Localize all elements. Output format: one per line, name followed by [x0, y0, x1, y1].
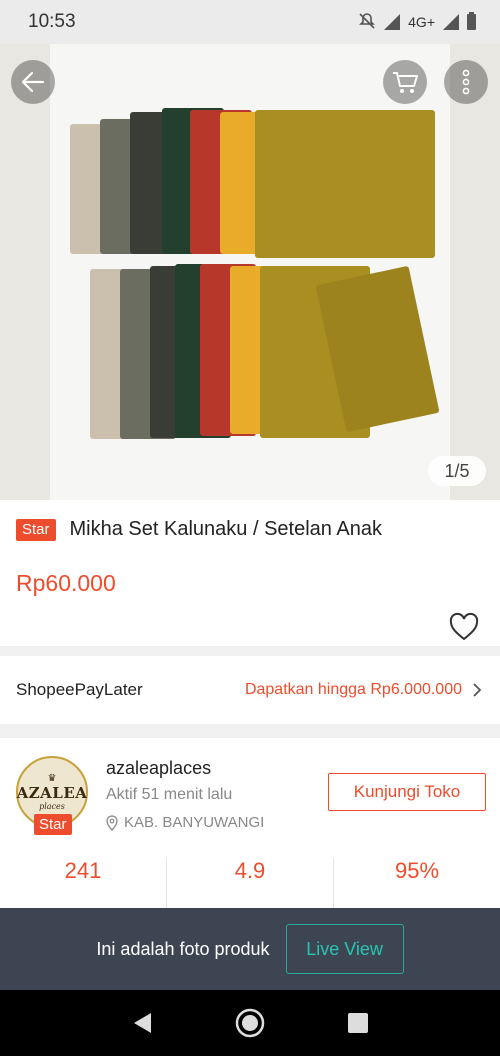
live-view-button[interactable]: Live View [285, 924, 404, 974]
shop-name[interactable]: azaleaplaces [106, 758, 211, 779]
nav-recents-icon[interactable] [347, 1012, 369, 1034]
stat-chat-value: 95% [394, 858, 440, 883]
shop-logo-text: AZALEA [16, 784, 88, 802]
paylater-offer: Dapatkan hingga Rp6.000.000 [244, 681, 462, 698]
product-title: Mikha Set Kalunaku / Setelan Anak [69, 518, 382, 540]
shop-location-text: KAB. BANYUWANGI [124, 814, 265, 831]
network-type: 4G+ [408, 14, 435, 30]
product-price: Rp60.000 [16, 570, 116, 596]
shop-logo-sub: places [39, 802, 65, 811]
signal-icon-2 [443, 14, 459, 30]
system-nav-bar [0, 990, 500, 1056]
paylater-label: ShopeePayLater [16, 680, 143, 699]
stat-rating[interactable]: 4.9 [167, 858, 334, 908]
shop-location: KAB. BANYUWANGI [106, 814, 264, 831]
shop-active-status: Aktif 51 menit lalu [106, 786, 233, 803]
heart-icon[interactable] [448, 612, 480, 642]
paylater-row[interactable]: ShopeePayLater Dapatkan hingga Rp6.000.0… [0, 656, 500, 724]
back-button[interactable] [11, 60, 55, 104]
status-icons: 4G+ [358, 12, 476, 33]
stat-products-value: 241 [64, 858, 102, 883]
live-view-banner: Ini adalah foto produk Live View [0, 908, 500, 990]
star-badge: Star [16, 518, 56, 541]
nav-home-icon[interactable] [234, 1007, 266, 1039]
stat-chat[interactable]: 95% [334, 858, 500, 908]
live-banner-text: Ini adalah foto produk [96, 938, 270, 959]
paylater-offer-group: Dapatkan hingga Rp6.000.000 [245, 681, 482, 699]
stat-rating-value: 4.9 [234, 858, 266, 883]
stat-products[interactable]: 241 [0, 858, 167, 908]
image-counter: 1/5 [428, 456, 486, 486]
crown-icon: ♛ [47, 773, 57, 784]
mute-icon [358, 12, 376, 33]
battery-icon [467, 12, 476, 30]
product-photo [50, 44, 450, 500]
shop-info: ♛ AZALEA places Star azaleaplaces Aktif … [0, 738, 500, 908]
nav-back-icon[interactable] [131, 1011, 153, 1035]
status-time: 10:53 [28, 11, 76, 32]
more-button[interactable] [444, 60, 488, 104]
signal-icon [384, 14, 401, 30]
cart-icon [393, 72, 418, 93]
back-arrow-icon [21, 71, 45, 93]
status-bar: 10:53 4G+ [0, 0, 500, 44]
shop-star-badge: Star [34, 814, 72, 835]
location-pin-icon [106, 814, 118, 831]
more-vertical-icon [462, 69, 470, 95]
shop-stats: 241 4.9 95% [0, 858, 500, 908]
visit-shop-button[interactable]: Kunjungi Toko [328, 773, 486, 811]
chevron-right-icon [473, 683, 482, 697]
title-row: Star Mikha Set Kalunaku / Setelan Anak [16, 518, 382, 541]
product-info: Star Mikha Set Kalunaku / Setelan Anak R… [0, 500, 500, 646]
shirt-mustard [255, 110, 435, 258]
product-image-carousel[interactable]: 1/5 [0, 44, 500, 500]
cart-button[interactable] [383, 60, 427, 104]
